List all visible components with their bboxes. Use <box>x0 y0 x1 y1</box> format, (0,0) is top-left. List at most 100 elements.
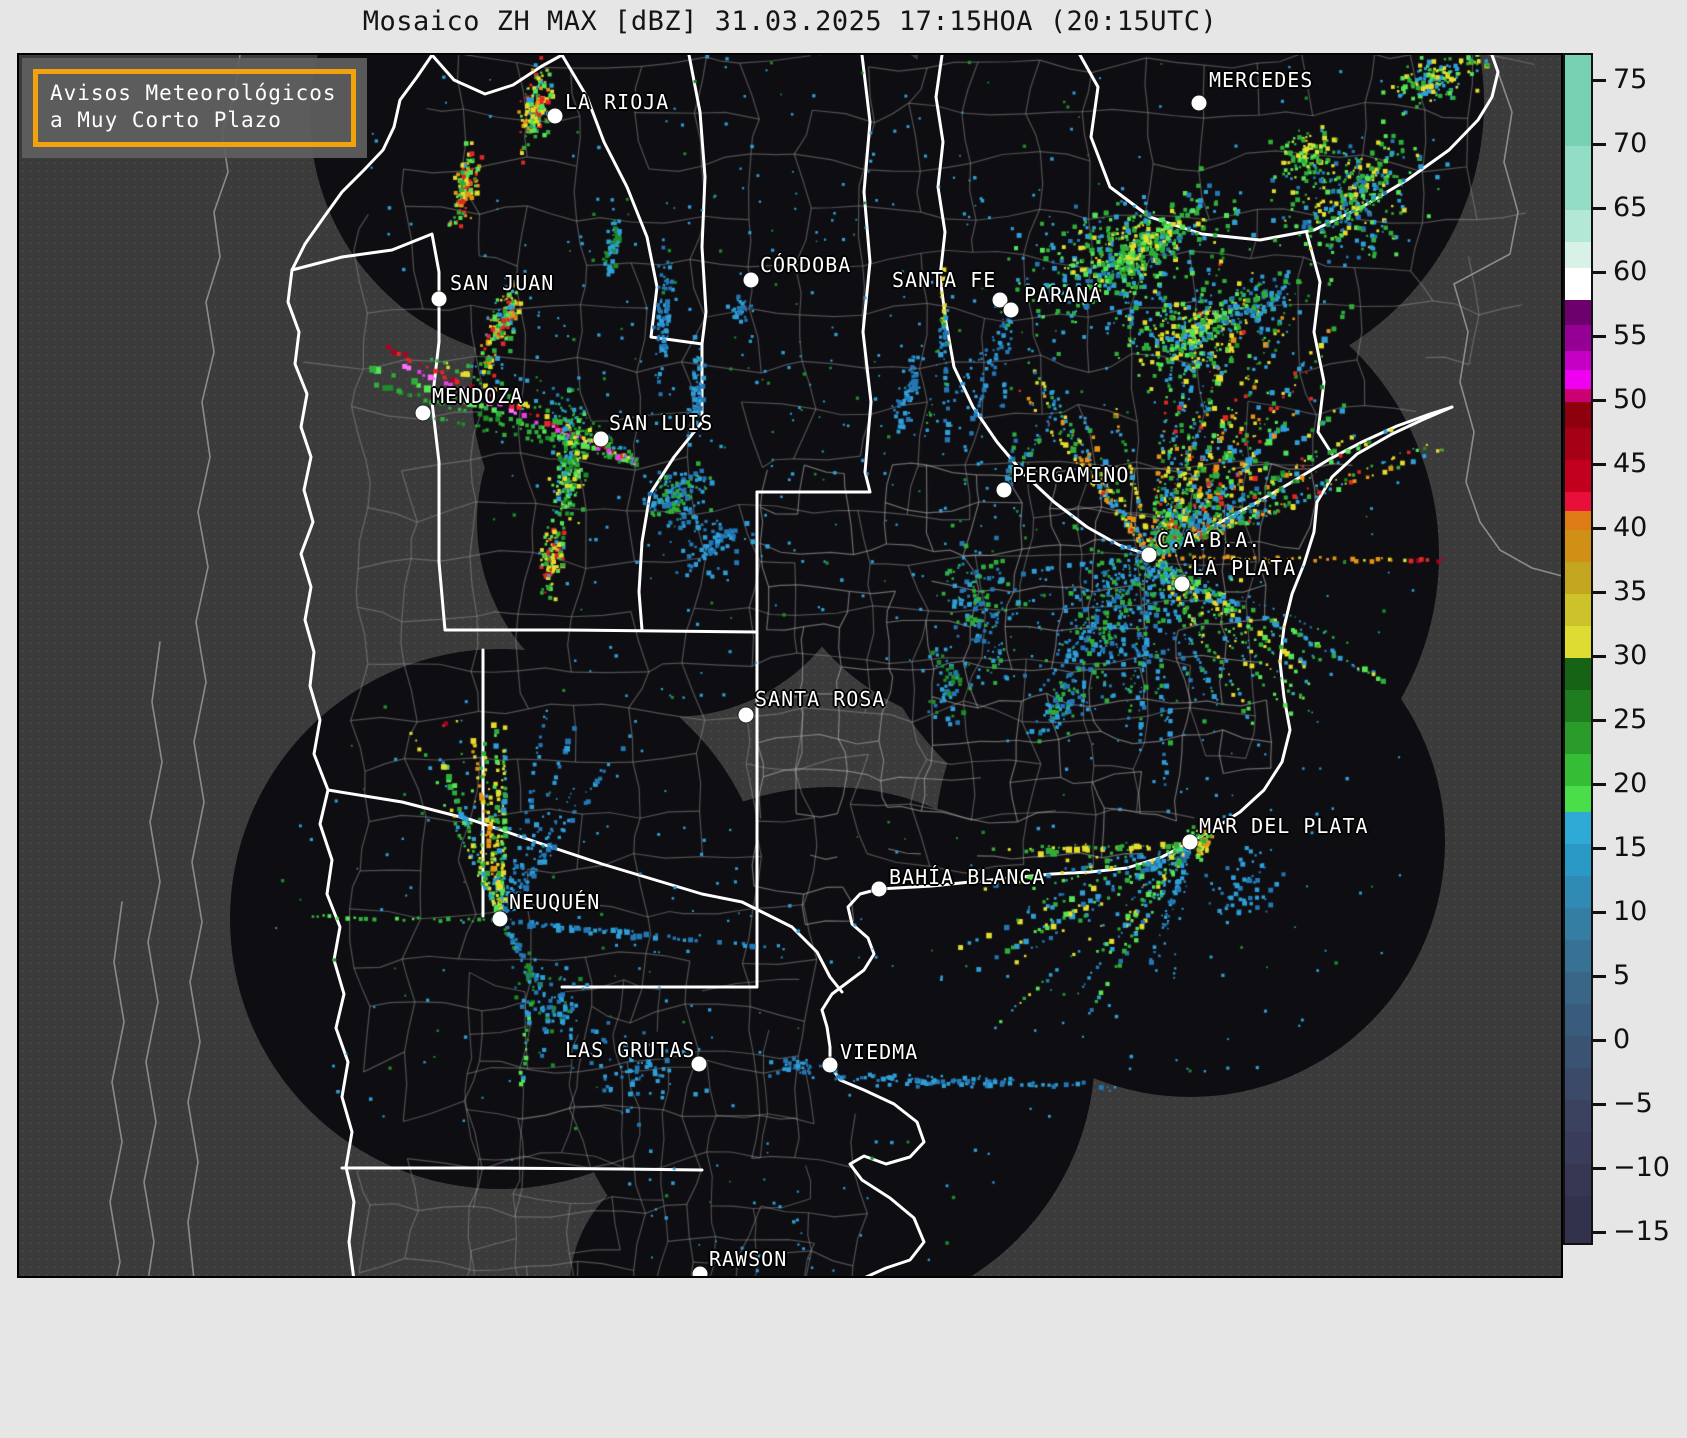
city-label: PARANÁ <box>1024 283 1103 307</box>
colorbar-segment <box>1565 325 1591 352</box>
city-dot <box>593 431 609 447</box>
notice-line-1: Avisos Meteorológicos <box>50 81 337 105</box>
colorbar-tick <box>1593 79 1606 82</box>
city-dot <box>1174 576 1190 592</box>
city-label: LA RIOJA <box>565 90 670 114</box>
colorbar-segment <box>1565 530 1591 563</box>
colorbar-tick-label: 70 <box>1613 128 1648 159</box>
colorbar-segment <box>1565 1067 1591 1101</box>
radar-mosaic-screen: Mosaico ZH MAX [dBZ] 31.03.2025 17:15HOA… <box>0 0 1687 1438</box>
colorbar-tick-label: 50 <box>1613 384 1648 415</box>
colorbar-segment <box>1565 907 1591 941</box>
colorbar-segment <box>1565 939 1591 973</box>
city-label: MAR DEL PLATA <box>1199 814 1369 838</box>
colorbar-segment <box>1565 754 1591 787</box>
colorbar-segment <box>1565 1163 1591 1197</box>
colorbar-segment <box>1565 843 1591 877</box>
colorbar-segment <box>1565 1099 1591 1133</box>
colorbar-tick <box>1593 655 1606 658</box>
city-label: C.A.B.A. <box>1157 528 1262 552</box>
colorbar-segment <box>1565 267 1591 301</box>
colorbar-segment <box>1565 242 1591 269</box>
colorbar-tick <box>1593 591 1606 594</box>
colorbar-segment <box>1565 427 1591 461</box>
city-label: BAHÍA BLANCA <box>889 865 1046 889</box>
colorbar-segment <box>1565 658 1591 691</box>
city-dot <box>1182 834 1198 850</box>
colorbar-tick <box>1593 783 1606 786</box>
city-dot <box>492 911 508 927</box>
colorbar-segment <box>1565 562 1591 595</box>
colorbar-tick-label: −15 <box>1613 1216 1670 1247</box>
colorbar-segment <box>1565 491 1591 512</box>
city-dot <box>1191 95 1207 111</box>
colorbar-tick <box>1593 271 1606 274</box>
city-dot <box>996 482 1012 498</box>
colorbar-segment <box>1565 971 1591 1005</box>
colorbar-tick <box>1593 463 1606 466</box>
dbz-colorbar <box>1563 53 1593 1245</box>
colorbar-tick-label: 40 <box>1613 512 1648 543</box>
short-term-warnings-overlay[interactable]: Avisos Meteorológicos a Muy Corto Plazo <box>22 58 367 158</box>
colorbar-tick-label: −5 <box>1613 1088 1653 1119</box>
colorbar-segment <box>1565 1003 1591 1037</box>
colorbar-segment <box>1565 1195 1591 1243</box>
colorbar-tick <box>1593 911 1606 914</box>
colorbar-segment <box>1565 626 1591 659</box>
colorbar-segment <box>1565 594 1591 627</box>
colorbar-tick <box>1593 527 1606 530</box>
city-label: RAWSON <box>709 1247 788 1271</box>
colorbar-tick <box>1593 1167 1606 1170</box>
colorbar-segment <box>1565 55 1591 147</box>
city-label: VIEDMA <box>840 1040 919 1064</box>
city-dot <box>1141 547 1157 563</box>
city-markers-layer: LA RIOJA MERCEDES SAN JUAN CÓRDOBA SANTA FE P… <box>19 55 1561 1276</box>
city-label: SAN LUIS <box>609 411 714 435</box>
colorbar-tick-label: 35 <box>1613 576 1648 607</box>
colorbar-segment <box>1565 1035 1591 1069</box>
colorbar-tick <box>1593 207 1606 210</box>
colorbar-segment <box>1565 389 1591 403</box>
colorbar-tick-label: 75 <box>1613 64 1648 95</box>
colorbar-tick-label: 15 <box>1613 832 1648 863</box>
colorbar-tick-label: −10 <box>1613 1152 1670 1183</box>
city-label: PERGAMINO <box>1012 463 1130 487</box>
colorbar-segment <box>1565 146 1591 211</box>
city-dot <box>692 1266 708 1276</box>
colorbar-tick-label: 65 <box>1613 192 1648 223</box>
colorbar-segment <box>1565 875 1591 909</box>
city-dot <box>871 881 887 897</box>
city-label: LA PLATA <box>1192 556 1297 580</box>
colorbar-tick <box>1593 975 1606 978</box>
city-dot <box>738 707 754 723</box>
colorbar-segment <box>1565 690 1591 723</box>
colorbar-tick <box>1593 1039 1606 1042</box>
city-label: LAS GRUTAS <box>565 1038 696 1062</box>
page-title: Mosaico ZH MAX [dBZ] 31.03.2025 17:15HOA… <box>362 6 1218 37</box>
colorbar-segment <box>1565 786 1591 813</box>
city-dot <box>415 405 431 421</box>
colorbar-segment <box>1565 350 1591 371</box>
colorbar-segment <box>1565 402 1591 429</box>
colorbar-tick-label: 5 <box>1613 960 1631 991</box>
colorbar-segment <box>1565 459 1591 493</box>
colorbar-tick-label: 20 <box>1613 768 1648 799</box>
city-dot <box>1003 302 1019 318</box>
colorbar-tick-label: 25 <box>1613 704 1648 735</box>
colorbar-segment <box>1565 722 1591 755</box>
city-label: SANTA FE <box>892 268 997 292</box>
short-term-warnings-frame: Avisos Meteorológicos a Muy Corto Plazo <box>33 69 356 147</box>
city-label: CÓRDOBA <box>760 253 852 277</box>
colorbar-tick <box>1593 399 1606 402</box>
colorbar-segment <box>1565 510 1591 531</box>
city-dot <box>743 272 759 288</box>
colorbar-tick-label: 0 <box>1613 1024 1631 1055</box>
colorbar-tick <box>1593 143 1606 146</box>
colorbar-tick-label: 45 <box>1613 448 1648 479</box>
colorbar-segment <box>1565 811 1591 845</box>
colorbar-segment <box>1565 299 1591 326</box>
notice-line-2: a Muy Corto Plazo <box>50 108 282 132</box>
radar-map: LA RIOJA MERCEDES SAN JUAN CÓRDOBA SANTA FE P… <box>17 53 1563 1278</box>
colorbar-segment <box>1565 1131 1591 1165</box>
city-label: NEUQUÉN <box>509 890 601 914</box>
